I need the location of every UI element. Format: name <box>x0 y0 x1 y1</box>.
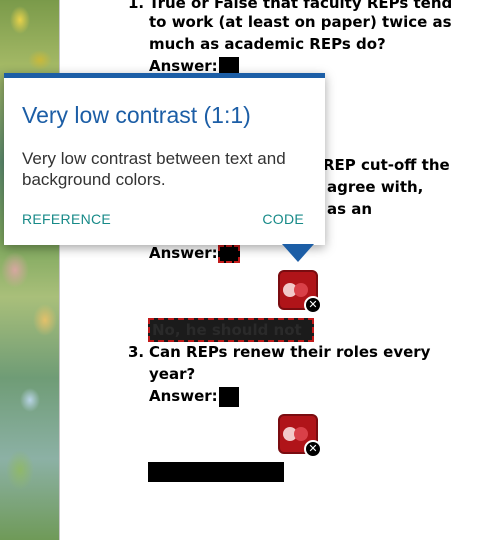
contrast-error-badge[interactable]: ✕ <box>278 270 322 314</box>
contrast-error-badge[interactable]: ✕ <box>278 414 322 458</box>
error-tooltip: Very low contrast (1:1) Very low contras… <box>4 73 325 245</box>
question-1-line-3: much as academic REPs do? <box>149 35 386 53</box>
tooltip-description: Very low contrast between text and backg… <box>22 149 286 189</box>
question-2-fragment-1: REP cut-off the <box>323 156 450 174</box>
tooltip-title: Very low contrast (1:1) <box>22 102 251 128</box>
question-2-fragment-2: agree with, <box>327 178 424 196</box>
reference-link[interactable]: REFERENCE <box>22 211 111 227</box>
question-1-number: 1. <box>128 0 145 12</box>
close-icon[interactable]: ✕ <box>304 440 322 458</box>
question-2-answer-row: Answer: <box>149 242 240 264</box>
redacted-answer-bar <box>148 462 284 482</box>
tooltip-pointer <box>282 244 314 262</box>
question-2-fragment-3: as an <box>327 200 373 218</box>
answer-box[interactable] <box>218 386 239 407</box>
code-link[interactable]: CODE <box>262 211 304 227</box>
question-3-number: 3. <box>128 343 145 361</box>
error-dot-icon <box>294 427 308 441</box>
question-3-answer-row: Answer: <box>149 385 239 407</box>
question-3-line-1: Can REPs renew their roles every <box>149 343 431 361</box>
error-dot-icon <box>294 283 308 297</box>
answer-label: Answer: <box>149 387 218 405</box>
question-3-line-2: year? <box>149 365 196 383</box>
answer-label: Answer: <box>149 244 218 262</box>
flagged-answer-text[interactable]: No, he should not <box>148 318 314 342</box>
answer-box-flagged[interactable] <box>217 244 240 263</box>
close-icon[interactable]: ✕ <box>304 296 322 314</box>
question-1-line-2: to work (at least on paper) twice as <box>149 13 452 31</box>
